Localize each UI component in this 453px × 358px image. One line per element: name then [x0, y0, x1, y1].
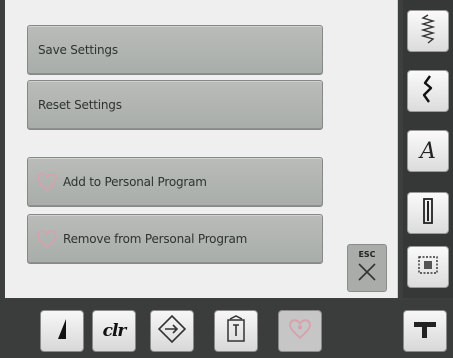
reset-settings-label: Reset Settings [38, 98, 122, 112]
pattern-begin-icon [224, 315, 248, 347]
presser-foot-button[interactable] [403, 310, 447, 352]
save-settings-button[interactable]: Save Settings [27, 25, 323, 75]
right-rail: A [403, 0, 453, 298]
remove-from-personal-program-label: Remove from Personal Program [63, 232, 248, 246]
reset-settings-button[interactable]: Reset Settings [27, 80, 323, 130]
presser-foot-icon [412, 318, 438, 344]
alphabet-label: A [420, 138, 436, 164]
mirror-image-button[interactable] [150, 310, 194, 352]
decorative-stitch-icon [419, 75, 437, 107]
close-icon [356, 261, 378, 287]
remove-from-personal-program-button[interactable]: Remove from Personal Program [27, 214, 323, 264]
heart-icon [36, 171, 58, 193]
needle-position-button[interactable] [40, 310, 84, 352]
add-to-personal-program-button[interactable]: Add to Personal Program [27, 157, 323, 207]
buttonhole-icon [422, 198, 434, 228]
alphabet-button[interactable]: A [407, 130, 449, 172]
zigzag-stitch-icon [420, 14, 436, 48]
diamond-arrow-icon [157, 314, 187, 348]
add-to-personal-program-label: Add to Personal Program [63, 175, 207, 189]
personal-program-button[interactable] [278, 310, 322, 352]
decorative-stitch-button[interactable] [407, 70, 449, 112]
needle-stop-icon [54, 317, 70, 345]
esc-button[interactable]: ESC [347, 244, 387, 292]
sewing-machine-screen: Save Settings Reset Settings Add to Pers… [0, 0, 453, 358]
content-panel: Save Settings Reset Settings Add to Pers… [5, 0, 398, 298]
pattern-begin-button[interactable] [214, 310, 258, 352]
bottom-toolbar: clr [0, 300, 453, 358]
stitch-selection-button[interactable] [407, 10, 449, 52]
esc-label: ESC [358, 250, 376, 259]
heart-icon [36, 228, 58, 250]
quilt-stitch-icon [417, 255, 439, 279]
quilt-stitch-button[interactable] [407, 246, 449, 288]
clear-button[interactable]: clr [92, 310, 136, 352]
save-settings-label: Save Settings [38, 43, 118, 57]
heart-icon [289, 319, 311, 343]
buttonhole-button[interactable] [407, 192, 449, 234]
clr-label: clr [102, 321, 127, 341]
